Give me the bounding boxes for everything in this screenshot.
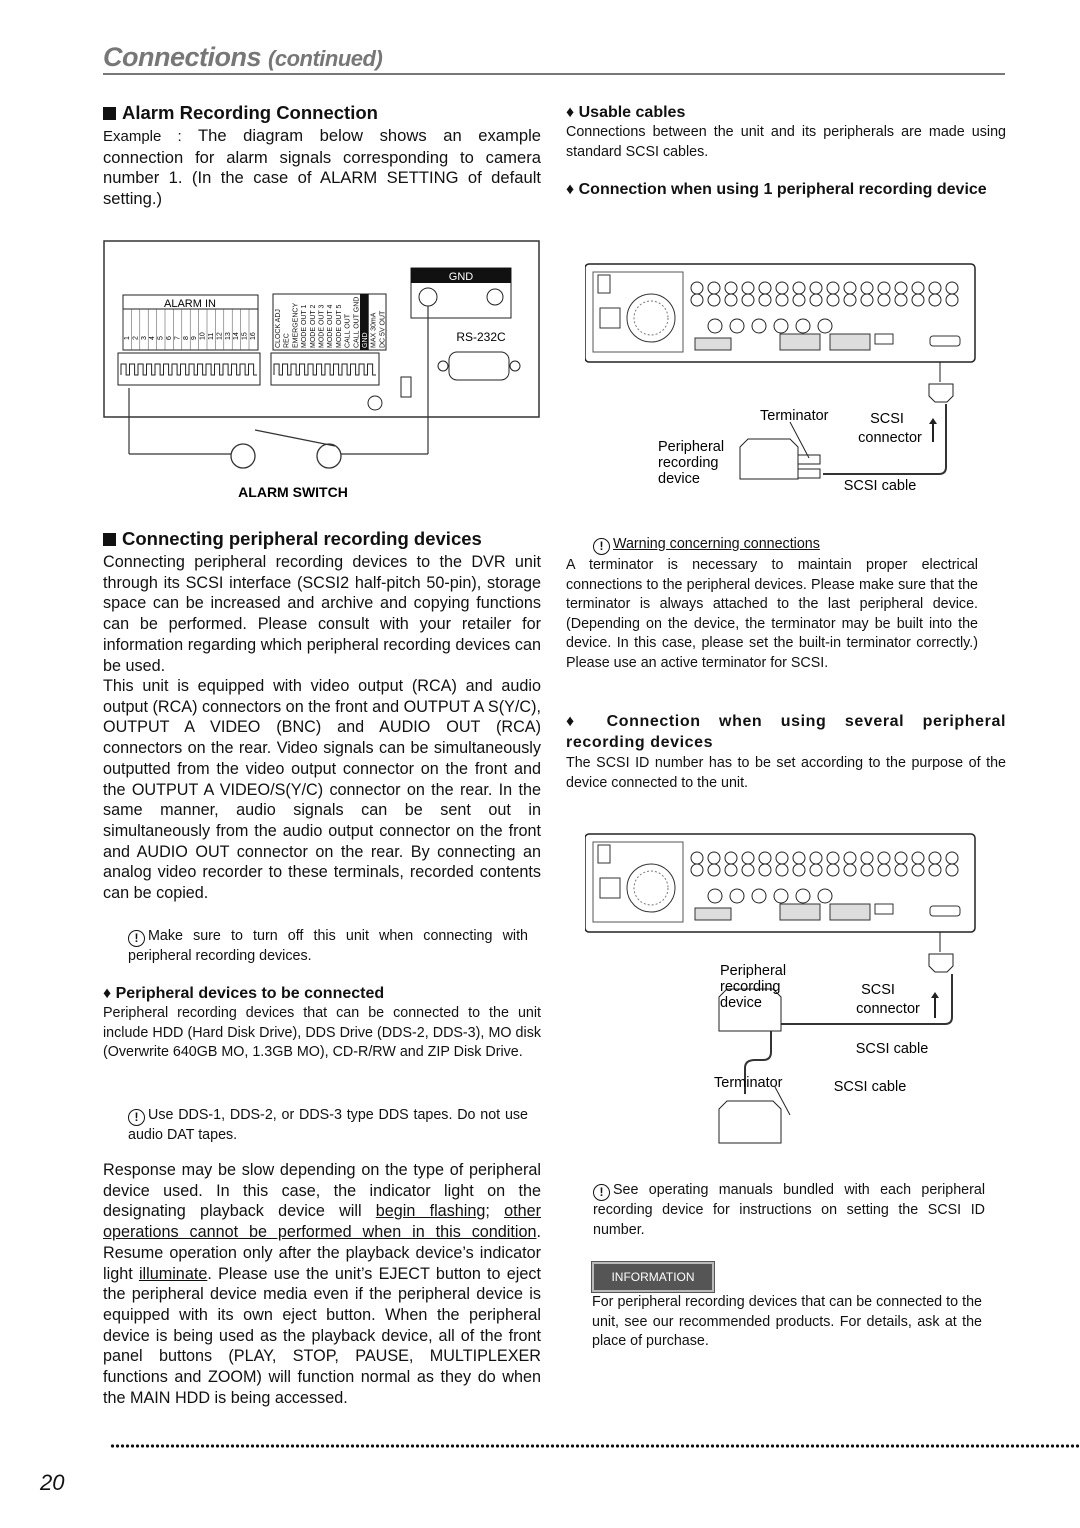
- one-device-diagram: Terminator SCSI connector Peripheral rec…: [585, 263, 976, 494]
- terminal-label: MODE OUT 5: [336, 304, 343, 348]
- terminal-label: CALL OUT: [345, 313, 352, 348]
- terminal-label: MODE OUT 4: [327, 304, 334, 348]
- alarm-diagram: ALARM IN 1 2 3 4 5 6 7 8 9 10 11 12 13 14 15 16 CLOCK A…: [103, 240, 540, 500]
- d2-cable2-label: SCSI cable: [834, 1079, 907, 1095]
- warning-title: ! Warning concerning connections: [593, 535, 820, 555]
- terminal-label: MAX 30mA: [371, 312, 378, 348]
- terminal-label: DC 5V OUT: [379, 310, 386, 348]
- t-rs-label: RS-232C: [456, 330, 506, 344]
- alarm-in-number: 4: [149, 336, 156, 340]
- square-bullet-icon: [103, 533, 116, 546]
- note-power-off: ! Make sure to turn off this unit when co…: [128, 928, 528, 964]
- alarm-in-number: 12: [216, 332, 223, 340]
- page-number: 20: [40, 1470, 65, 1495]
- d1-rec-label: recording: [658, 455, 718, 471]
- several-devices-heading: ♦ Connection when using several peripher…: [566, 713, 1006, 751]
- warning-icon: !: [593, 1184, 610, 1201]
- manual-page: Connections (continued) Alarm Recording …: [0, 0, 1080, 1528]
- alarm-in-number: 10: [200, 332, 207, 340]
- d1-dev-label: device: [658, 471, 700, 487]
- d1-cable-label: SCSI cable: [844, 478, 917, 494]
- footer-dotted-rule: [110, 1443, 1080, 1449]
- response-paragraph: Response may be slow depending on the ty…: [103, 1161, 541, 1407]
- alarm-in-number: 5: [158, 336, 165, 340]
- alarm-heading: Alarm Recording Connection: [103, 102, 378, 124]
- d1-scsi-label: SCSI: [870, 411, 904, 427]
- alarm-in-number: 7: [174, 336, 181, 340]
- d2-term-label: Terminator: [714, 1075, 783, 1091]
- alarm-in-number: 1: [124, 336, 131, 340]
- peripheral-heading: Connecting peripheral recording devices: [103, 528, 482, 550]
- alarm-in-number: 16: [250, 332, 257, 340]
- header-rule: [103, 73, 1005, 75]
- d2-per-label: Peripheral: [720, 963, 786, 979]
- d1-conn-label: connector: [858, 430, 922, 446]
- alarm-in-number: 6: [166, 336, 173, 340]
- information-badge: INFORMATION: [591, 1261, 715, 1293]
- d2-dev-label: device: [720, 995, 762, 1011]
- terminal-label: CALL OUT GND: [353, 297, 360, 348]
- warning-icon: !: [128, 1109, 145, 1126]
- d2-conn-label: connector: [856, 1001, 920, 1017]
- d2-cable1-label: SCSI cable: [856, 1041, 929, 1057]
- alarm-in-number: 15: [242, 332, 249, 340]
- terminal-label: REC: [284, 333, 291, 348]
- warning-icon: !: [593, 538, 610, 555]
- d1-per-label: Peripheral: [658, 439, 724, 455]
- warning-icon: !: [128, 930, 145, 947]
- terminal-label: CLOCK ADJ: [275, 309, 282, 348]
- terminal-label: MODE OUT 3: [319, 304, 326, 348]
- usable-cables-heading: ♦ Usable cables: [566, 104, 686, 121]
- usable-cables-text: Connections between the unit and its per…: [566, 124, 1006, 160]
- d2-rec-label: recording: [720, 979, 780, 995]
- header-subtitle: (continued): [268, 46, 383, 71]
- dvr-rear-panel-icon: [585, 263, 976, 363]
- devices-heading: ♦ Peripheral devices to be connected: [103, 985, 385, 1002]
- d1-term-label: Terminator: [760, 408, 829, 424]
- devices-text: Peripheral recording devices that can be…: [103, 1005, 541, 1060]
- alarm-in-number: 8: [183, 336, 190, 340]
- page-header: Connections (continued): [103, 42, 383, 73]
- one-device-heading: ♦ Connection when using 1 peripheral rec…: [566, 181, 987, 198]
- terminal-label: EMERGENCY: [292, 303, 299, 348]
- t-switch-label: ALARM SWITCH: [238, 484, 348, 500]
- alarm-in-number: 13: [225, 332, 232, 340]
- t-gnd-label: GND: [449, 271, 474, 283]
- peripheral-paragraph-1: Connecting peripheral recording devices …: [103, 553, 541, 675]
- terminal-label: GND: [362, 332, 369, 348]
- several-devices-text: The SCSI ID number has to be set accordi…: [566, 755, 1006, 791]
- several-devices-diagram: Peripheral recording device SCSI connect…: [585, 833, 976, 1144]
- square-bullet-icon: [103, 107, 116, 120]
- switch-contact-icon: [230, 443, 256, 469]
- t-alarmin-label: ALARM IN: [164, 298, 216, 310]
- alarm-in-number: 2: [132, 336, 139, 340]
- terminal-label: MODE OUT 1: [301, 304, 308, 348]
- note-dds-tapes: ! Use DDS-1, DDS-2, or DDS-3 type DDS tap…: [128, 1107, 528, 1143]
- dvr-rear-panel-icon: [585, 833, 976, 933]
- alarm-in-number: 3: [141, 336, 148, 340]
- terminal-label: MODE OUT 2: [310, 304, 317, 348]
- d2-scsi-label: SCSI: [861, 982, 895, 998]
- warning-text: A terminator is necessary to maintain pr…: [566, 557, 978, 671]
- alarm-example: Example : The diagram below shows an exa…: [103, 126, 541, 209]
- note-scsi-id: ! See operating manuals bundled with each…: [593, 1182, 985, 1238]
- header-title: Connections: [103, 42, 262, 72]
- alarm-in-number: 14: [233, 332, 240, 340]
- information-text: For peripheral recording devices that ca…: [592, 1294, 982, 1349]
- peripheral-paragraph-2: This unit is equipped with video output …: [103, 677, 541, 903]
- alarm-in-number: 11: [208, 333, 215, 340]
- alarm-in-number: 9: [191, 336, 198, 340]
